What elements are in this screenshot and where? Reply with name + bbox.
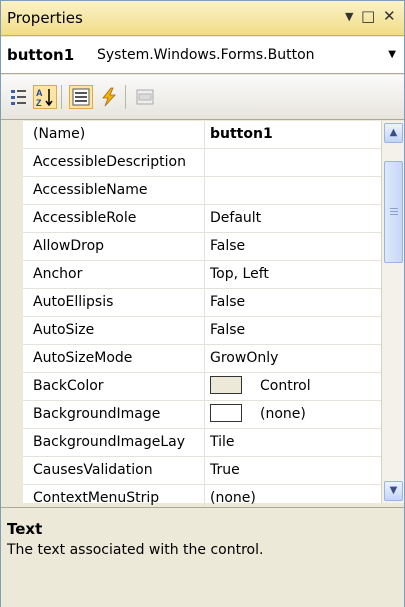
property-value-text: (none)	[210, 490, 256, 506]
alphabetical-button[interactable]: A Z	[33, 85, 57, 109]
title-bar: Properties ▼ □ ✕	[1, 1, 404, 36]
property-row[interactable]: AllowDrop False	[23, 233, 381, 261]
property-name: BackgroundImageLay	[23, 429, 205, 456]
property-value[interactable]: Top, Left	[206, 261, 381, 288]
scroll-grip	[390, 214, 398, 215]
vertical-scrollbar[interactable]: ▲ ▼	[381, 121, 404, 503]
property-name: Anchor	[23, 261, 205, 288]
window-title: Properties	[7, 9, 83, 27]
property-row[interactable]: BackgroundImage (none)	[23, 401, 381, 429]
property-grid: (Name) button1 AccessibleDescription Access…	[1, 121, 404, 513]
property-value-text: False	[210, 322, 246, 338]
property-value[interactable]: True	[206, 457, 381, 484]
scroll-up-button[interactable]: ▲	[384, 123, 403, 143]
properties-button[interactable]	[69, 85, 93, 109]
property-value-text: True	[210, 462, 240, 478]
description-text: The text associated with the control.	[7, 542, 264, 558]
scroll-down-button[interactable]: ▼	[384, 481, 403, 501]
description-title: Text	[7, 520, 43, 538]
toolbar-separator	[61, 85, 62, 109]
property-value-text: GrowOnly	[210, 350, 279, 366]
property-name: AutoEllipsis	[23, 289, 205, 316]
property-rows: (Name) button1 AccessibleDescription Access…	[23, 121, 381, 513]
toolbar: A Z	[1, 75, 404, 120]
property-row[interactable]: BackColor Control	[23, 373, 381, 401]
property-row[interactable]: CausesValidation True	[23, 457, 381, 485]
property-value-text: Control	[260, 378, 311, 394]
scroll-grip	[390, 208, 398, 209]
property-name: (Name)	[23, 121, 205, 148]
scroll-thumb[interactable]	[384, 161, 403, 263]
property-pages-button[interactable]	[133, 85, 157, 109]
property-row[interactable]: AutoSizeMode GrowOnly	[23, 345, 381, 373]
property-name: AllowDrop	[23, 233, 205, 260]
property-row[interactable]: (Name) button1	[23, 121, 381, 149]
properties-window: Properties ▼ □ ✕ button1 System.Windows.…	[0, 0, 405, 607]
property-value-text: False	[210, 238, 246, 254]
property-name: AutoSizeMode	[23, 345, 205, 372]
events-button[interactable]	[97, 85, 121, 109]
property-value[interactable]: GrowOnly	[206, 345, 381, 372]
color-swatch	[210, 403, 242, 422]
property-row[interactable]: BackgroundImageLay Tile	[23, 429, 381, 457]
property-value[interactable]: False	[206, 317, 381, 344]
properties-icon	[72, 88, 90, 106]
property-name: BackgroundImage	[23, 401, 205, 428]
property-row[interactable]: AutoEllipsis False	[23, 289, 381, 317]
property-value[interactable]: (none)	[206, 401, 381, 428]
property-name: AutoSize	[23, 317, 205, 344]
window-position-icon[interactable]: ▼	[345, 10, 353, 23]
color-swatch	[210, 375, 242, 394]
object-name: button1	[7, 46, 75, 64]
property-value[interactable]: Default	[206, 205, 381, 232]
grid-gutter	[1, 121, 23, 503]
property-row[interactable]: AccessibleRole Default	[23, 205, 381, 233]
property-name: BackColor	[23, 373, 205, 400]
property-value-text: Tile	[210, 434, 235, 450]
property-value[interactable]: button1	[206, 121, 381, 148]
property-value-text: (none)	[260, 406, 306, 422]
categorized-button[interactable]	[7, 85, 31, 109]
property-name: AccessibleDescription	[23, 149, 205, 176]
alphabetical-icon: A Z	[36, 88, 53, 108]
property-name: AccessibleRole	[23, 205, 205, 232]
svg-text:Z: Z	[36, 98, 42, 108]
object-selector[interactable]: button1 System.Windows.Forms.Button ▼	[1, 37, 404, 74]
property-name: AccessibleName	[23, 177, 205, 204]
chevron-down-icon[interactable]: ▼	[388, 49, 396, 60]
property-value-text: False	[210, 294, 246, 310]
description-panel: Text The text associated with the contro…	[1, 507, 404, 607]
property-value[interactable]: False	[206, 233, 381, 260]
scroll-grip	[390, 211, 398, 212]
toolbar-separator	[125, 85, 126, 109]
property-row[interactable]: AccessibleName	[23, 177, 381, 205]
property-value[interactable]	[206, 177, 381, 204]
property-value-text: button1	[210, 126, 273, 142]
property-row[interactable]: AutoSize False	[23, 317, 381, 345]
events-icon	[102, 87, 116, 107]
property-value-text: Top, Left	[210, 266, 269, 282]
property-value[interactable]: False	[206, 289, 381, 316]
maximize-icon[interactable]: □	[361, 7, 375, 25]
object-type: System.Windows.Forms.Button	[97, 47, 315, 63]
close-icon[interactable]: ✕	[383, 7, 396, 25]
svg-text:A: A	[36, 88, 43, 98]
property-value[interactable]: Control	[206, 373, 381, 400]
property-row[interactable]: AccessibleDescription	[23, 149, 381, 177]
property-row[interactable]: Anchor Top, Left	[23, 261, 381, 289]
property-value[interactable]: Tile	[206, 429, 381, 456]
categorized-icon	[11, 90, 26, 105]
property-pages-icon	[136, 89, 154, 105]
property-name: CausesValidation	[23, 457, 205, 484]
property-value-text: Default	[210, 210, 262, 226]
property-value[interactable]	[206, 149, 381, 176]
